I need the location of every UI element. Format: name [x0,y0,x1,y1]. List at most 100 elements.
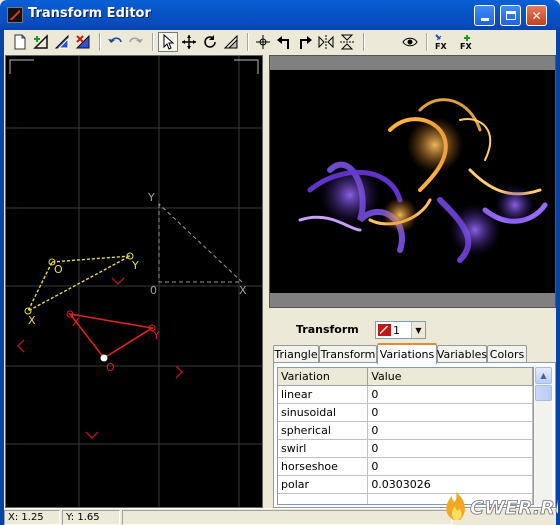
variation-name: linear [278,386,369,404]
scale-button[interactable] [221,32,241,52]
flip-vertical-button[interactable] [337,32,357,52]
preview-panel [269,55,556,308]
flame-icon [446,492,465,520]
toolbar-separator [247,33,249,51]
table-row[interactable]: spherical 0 [278,422,533,440]
variation-value[interactable]: 0 [368,458,533,476]
pre-fx-button[interactable]: FX [432,32,452,52]
tab-transform[interactable]: Transform [319,345,377,363]
view-corner-brackets [9,59,259,74]
maximize-icon [505,11,516,20]
site-watermark: CWER.RU [440,488,560,524]
flip-horizontal-button[interactable] [316,32,336,52]
close-icon: ✕ [531,8,542,23]
watermark-text: CWER.RU [470,497,558,519]
flip-center-icon [256,35,270,49]
chevron-down-icon[interactable]: ▼ [411,322,425,338]
table-row[interactable]: swirl 0 [278,440,533,458]
transform-dropdown[interactable]: 1 ▼ [375,321,426,339]
table-row[interactable]: linear 0 [278,386,533,404]
redo-button[interactable] [126,32,146,52]
rotate-icon [204,35,216,48]
active-x-label: X [72,316,80,329]
minimize-button[interactable] [474,5,495,26]
table-row[interactable]: horseshoe 0 [278,458,533,476]
new-transform-icon [14,34,26,50]
column-header-variation[interactable]: Variation [278,368,369,386]
maximize-button[interactable] [500,5,521,26]
inactive-y-label: Y [131,259,139,272]
variation-name [278,494,369,504]
variation-value[interactable]: 0 [368,386,533,404]
inactive-origin-label: O [54,263,63,276]
tab-variables[interactable]: Variables [437,345,487,363]
transform-selector-row: Transform 1 ▼ [269,312,556,342]
active-transform-triangle[interactable] [66,310,156,362]
close-button[interactable]: ✕ [526,5,547,26]
window-frame-left [0,30,4,525]
variation-value[interactable]: 0 [368,440,533,458]
new-transform-button[interactable] [10,32,30,52]
status-message [122,510,452,525]
app-icon [7,7,23,23]
rotate-left-icon [277,36,289,49]
scale-icon [223,34,238,49]
variation-name: horseshoe [278,458,369,476]
toolbar-separator [152,33,154,51]
move-button[interactable] [179,32,199,52]
rotate-right-icon [300,36,312,49]
pre-fx-icon: FX [435,34,447,50]
watermark-logo: CWER.RU [446,492,560,520]
flip-vertical-icon [340,34,354,50]
variations-grid[interactable]: Variation Value linear 0 sinusoidal 0 sp… [277,367,534,505]
duplicate-transform-button[interactable] [52,32,72,52]
variation-name: swirl [278,440,369,458]
variation-value[interactable]: 0 [368,404,533,422]
svg-text:FX: FX [435,42,447,50]
variation-value[interactable]: 0 [368,422,533,440]
table-row[interactable]: sinusoidal 0 [278,404,533,422]
rotate-right-button[interactable] [295,32,315,52]
variation-name: polar [278,476,369,494]
variations-panel: Variation Value linear 0 sinusoidal 0 sp… [273,362,556,508]
tab-variations[interactable]: Variations [377,343,437,364]
svg-text:FX: FX [460,42,472,50]
tab-triangle[interactable]: Triangle [273,345,319,363]
undo-icon [108,37,122,43]
preview-eye-icon [402,37,418,47]
transform-editor-canvas[interactable]: Y X 0 O Y X X Y O [5,55,263,508]
post-fx-icon: FX [460,35,472,50]
transform-label: Transform [296,323,359,336]
duplicate-transform-icon [54,34,69,49]
redo-icon [129,37,143,43]
tab-colors[interactable]: Colors [487,345,527,363]
bounds-markers [17,277,183,439]
variation-name: spherical [278,422,369,440]
toolbar: FX FX [0,30,560,54]
scroll-thumb[interactable] [535,385,552,401]
window-title: Transform Editor [28,6,151,21]
editor-graph: Y X 0 O Y X X Y O [6,56,262,507]
toolbar-separator [99,33,101,51]
undo-button[interactable] [105,32,125,52]
active-y-label: Y [152,329,160,342]
select-pointer-icon [163,34,175,50]
rotate-button[interactable] [200,32,220,52]
grid-scrollbar[interactable]: ▲ [535,367,552,505]
active-origin-label: O [106,361,115,374]
grid-header: Variation Value [278,368,533,386]
flip-center-button[interactable] [253,32,273,52]
reference-triangle [158,202,244,283]
delete-transform-button[interactable] [73,32,93,52]
post-fx-button[interactable]: FX [457,32,477,52]
scroll-up-button[interactable]: ▲ [535,367,552,384]
column-header-value[interactable]: Value [368,368,533,386]
add-transform-button[interactable] [31,32,51,52]
preview-toggle-button[interactable] [400,32,420,52]
select-pointer-button[interactable] [158,32,178,52]
window-frame-right [556,30,560,525]
flame-preview [270,70,555,293]
toolbar-separator [363,33,365,51]
rotate-left-button[interactable] [274,32,294,52]
chevron-up-icon: ▲ [540,371,547,380]
